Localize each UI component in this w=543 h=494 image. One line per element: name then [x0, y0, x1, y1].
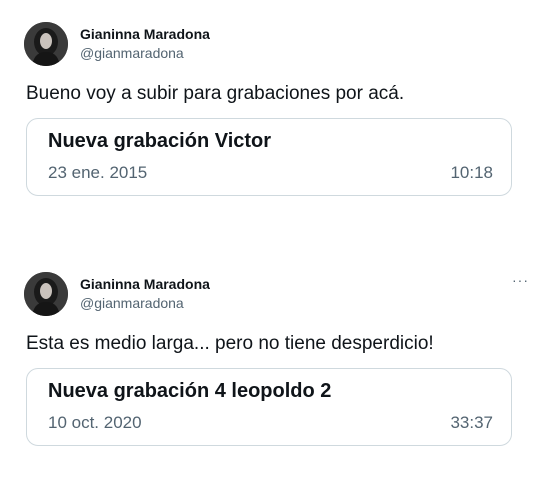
card-title: Nueva grabación 4 leopoldo 2 — [48, 380, 332, 402]
card-date: 23 ene. 2015 — [48, 163, 148, 182]
more-options-icon[interactable]: ··· — [512, 272, 529, 288]
card-title: Nueva grabación Victor — [48, 130, 272, 152]
audio-card[interactable]: Nueva grabación Victor 23 ene. 2015 10:1… — [26, 118, 512, 196]
author-handle[interactable]: @gianmaradona — [80, 295, 184, 311]
card-date: 10 oct. 2020 — [48, 413, 142, 432]
avatar[interactable] — [24, 22, 68, 66]
audio-card[interactable]: Nueva grabación 4 leopoldo 2 10 oct. 202… — [26, 368, 512, 446]
card-duration: 33:37 — [450, 413, 493, 432]
author-name[interactable]: Gianinna Maradona — [80, 26, 210, 42]
author-handle[interactable]: @gianmaradona — [80, 45, 184, 61]
card-duration: 10:18 — [450, 163, 493, 182]
author-name[interactable]: Gianinna Maradona — [80, 276, 210, 292]
tweet-text: Esta es medio larga... pero no tiene des… — [26, 333, 434, 354]
tweet-text: Bueno voy a subir para grabaciones por a… — [26, 83, 405, 104]
avatar[interactable] — [24, 272, 68, 316]
